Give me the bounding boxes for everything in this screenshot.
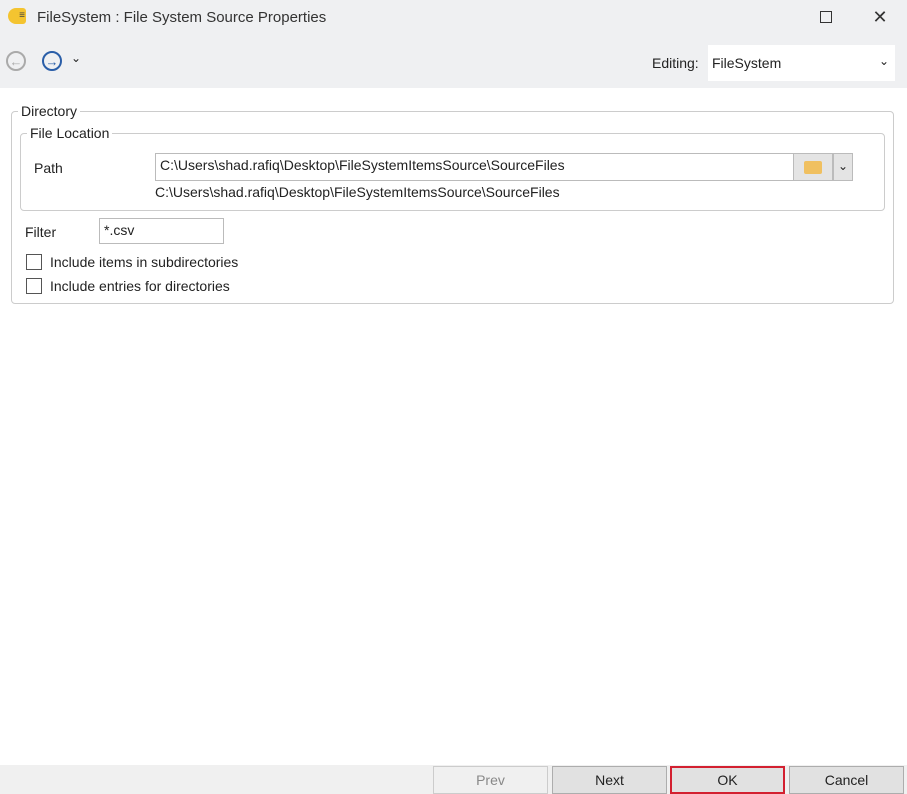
close-button[interactable]: ✕ <box>857 0 903 34</box>
window-title: FileSystem : File System Source Properti… <box>37 9 327 26</box>
cancel-button[interactable]: Cancel <box>789 766 904 794</box>
path-label: Path <box>34 160 63 176</box>
include-subdirectories-label: Include items in subdirectories <box>50 254 239 270</box>
chevron-down-icon[interactable]: ⌄ <box>71 51 81 65</box>
path-resolved: C:\Users\shad.rafiq\Desktop\FileSystemIt… <box>155 184 560 200</box>
maximize-button[interactable] <box>803 0 849 34</box>
path-input[interactable]: C:\Users\shad.rafiq\Desktop\FileSystemIt… <box>155 153 794 181</box>
file-location-legend: File Location <box>30 125 110 141</box>
prev-button[interactable]: Prev <box>433 766 548 794</box>
next-button[interactable]: Next <box>552 766 667 794</box>
filter-input[interactable]: *.csv <box>99 218 224 244</box>
path-dropdown-button[interactable]: ⌄ <box>833 153 853 181</box>
back-icon[interactable]: ← <box>6 51 26 71</box>
title-bar: ≡ FileSystem : File System Source Proper… <box>0 0 907 34</box>
editing-value: FileSystem <box>712 55 782 71</box>
chevron-down-icon: ⌄ <box>878 54 889 68</box>
browse-folder-button[interactable] <box>793 153 833 181</box>
app-icon: ≡ <box>8 8 26 24</box>
directory-legend: Directory <box>21 103 78 119</box>
folder-icon <box>804 160 822 174</box>
filter-label: Filter <box>25 224 57 240</box>
editing-select[interactable]: FileSystem ⌄ <box>708 45 895 81</box>
include-subdirectories-checkbox[interactable] <box>26 254 42 270</box>
include-directories-checkbox[interactable] <box>26 278 42 294</box>
forward-icon[interactable]: → <box>42 51 62 71</box>
include-directories-label: Include entries for directories <box>50 278 230 294</box>
ok-button[interactable]: OK <box>670 766 785 794</box>
editing-label: Editing: <box>652 55 699 71</box>
